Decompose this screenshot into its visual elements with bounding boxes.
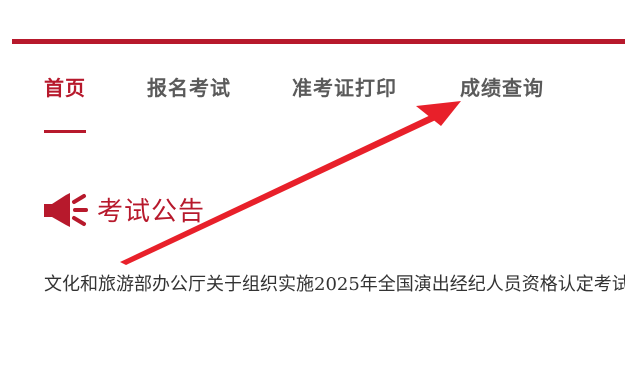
nav-item-registration[interactable]: 报名考试 (147, 72, 231, 101)
top-accent-bar (12, 39, 625, 44)
notice-list-item[interactable]: 文化和旅游部办公厅关于组织实施2025年全国演出经纪人员资格认定考试的通知 (44, 270, 625, 296)
page: 首页 报名考试 准考证打印 成绩查询 考试公告 文化和旅游部办公厅关于组织实施2… (0, 0, 625, 370)
nav-active-underline (44, 130, 86, 133)
annotation-arrow (120, 101, 461, 265)
megaphone-icon (44, 193, 88, 227)
nav-item-admission-ticket[interactable]: 准考证打印 (292, 72, 397, 101)
nav-item-score-query[interactable]: 成绩查询 (460, 72, 544, 101)
notice-section-title: 考试公告 (97, 197, 206, 227)
main-nav: 首页 报名考试 准考证打印 成绩查询 (0, 72, 625, 108)
nav-item-home[interactable]: 首页 (44, 72, 86, 101)
